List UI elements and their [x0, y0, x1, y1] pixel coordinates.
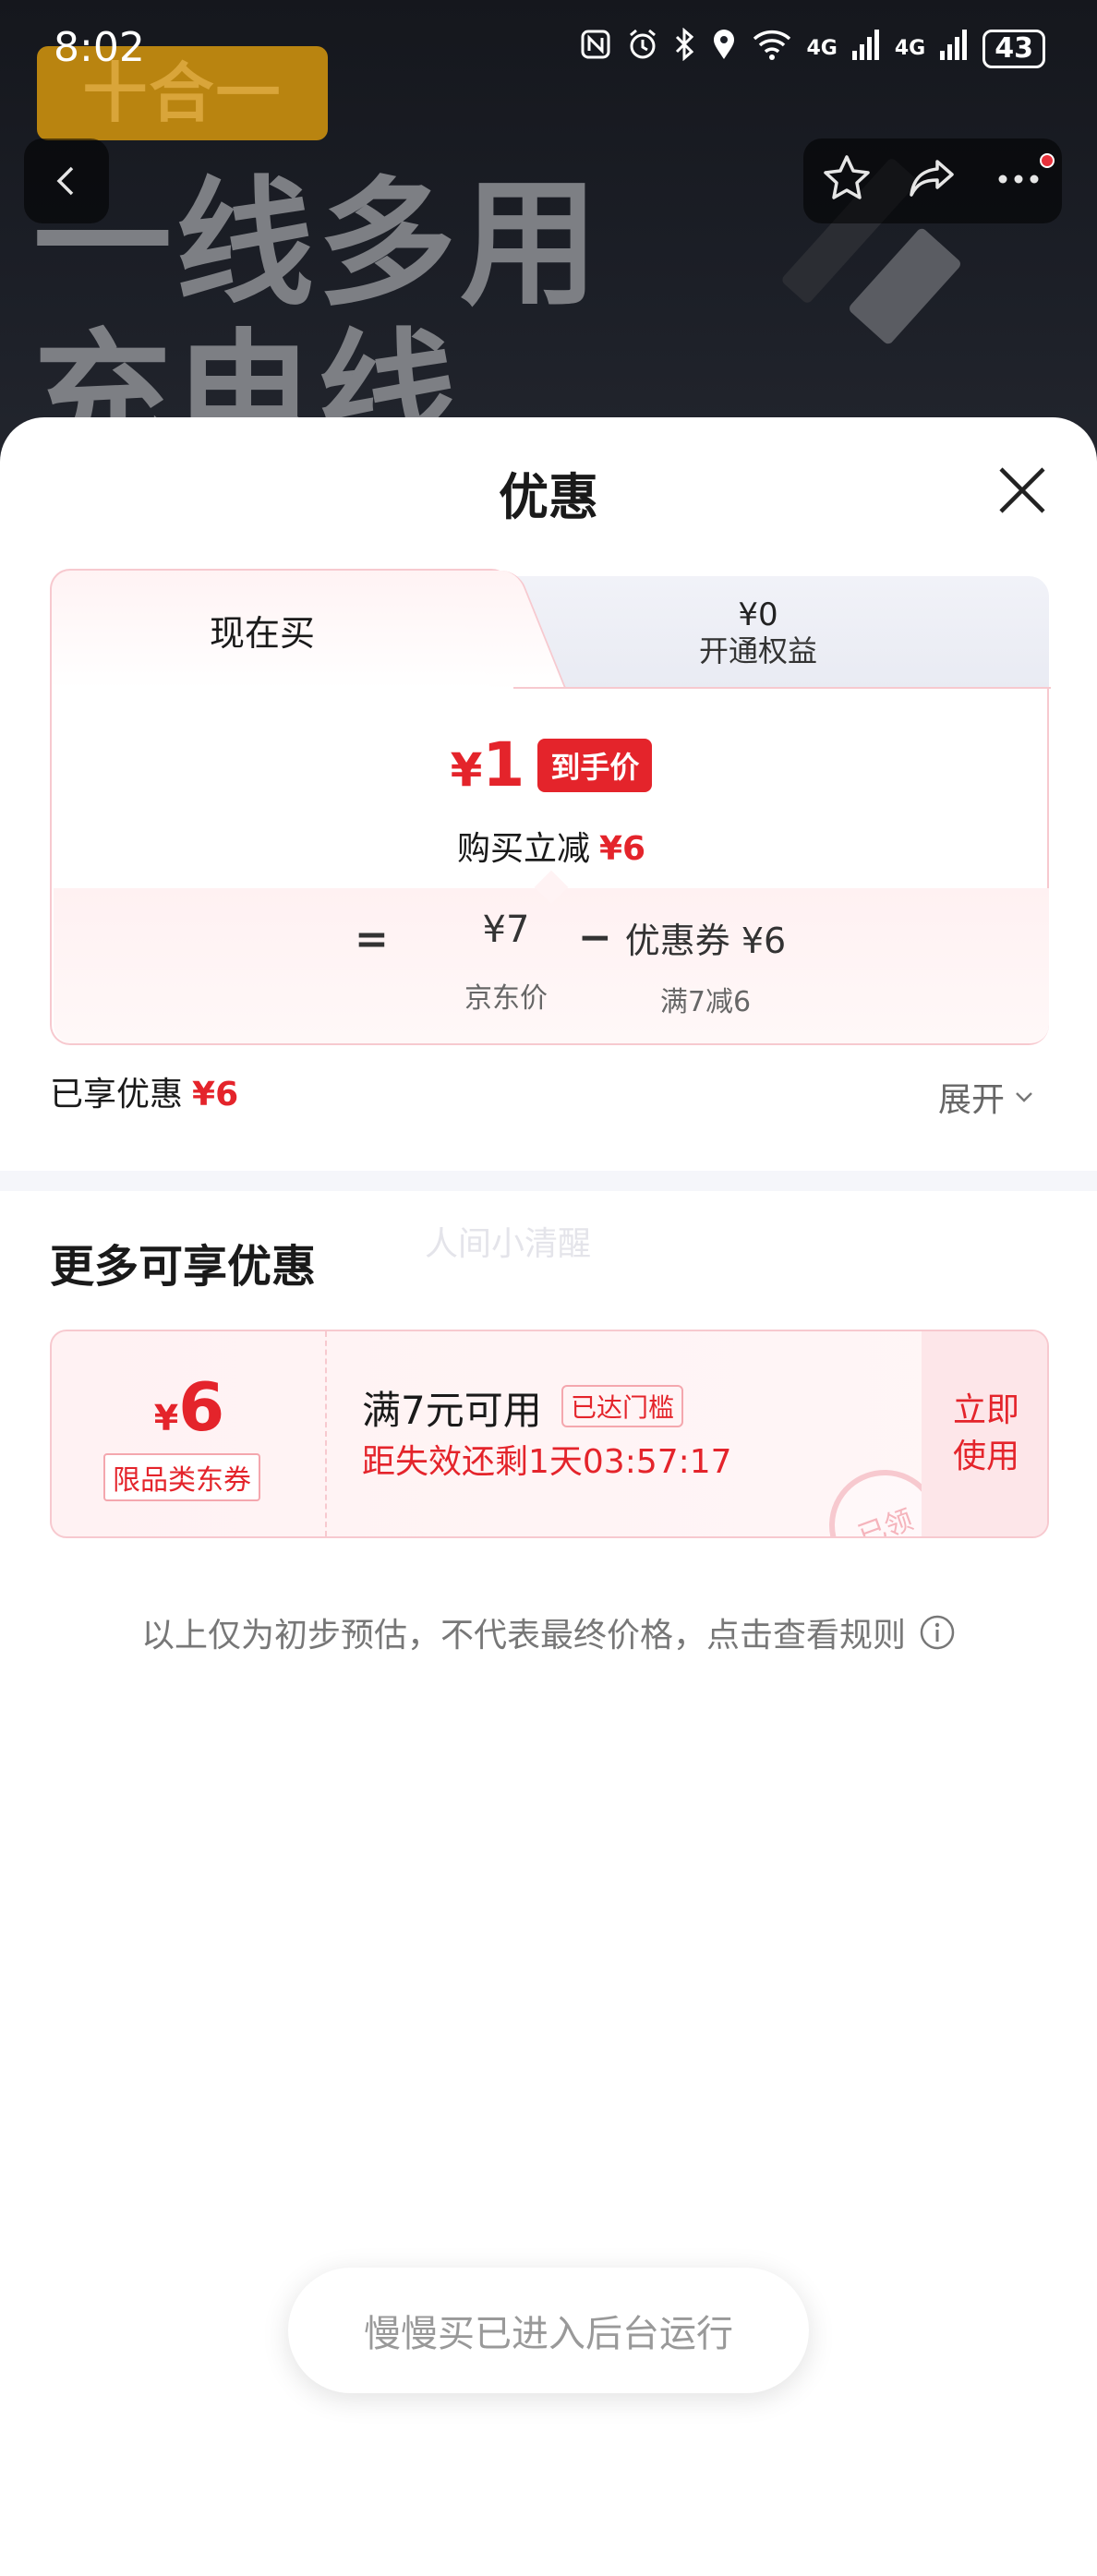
- coupon-currency: ¥: [153, 1398, 179, 1438]
- membership-price: ¥0: [738, 596, 778, 633]
- back-button[interactable]: [24, 138, 109, 223]
- final-price-currency: ¥: [450, 743, 483, 797]
- alarm-icon: [626, 28, 659, 69]
- estimate-disclaimer[interactable]: 以上仅为初步预估，不代表最终价格，点击查看规则: [0, 1608, 1097, 1656]
- tab-divider-line: [513, 687, 1051, 689]
- tab-buy-now[interactable]: 现在买: [50, 569, 512, 689]
- tab-buy-now-label: 现在买: [209, 612, 315, 654]
- coupon-condition: 满7元可用: [362, 1388, 542, 1433]
- expand-button[interactable]: 展开: [938, 1073, 1036, 1121]
- coupon-expire-countdown: 距失效还剩1天03:57:17: [362, 1443, 732, 1481]
- chevron-down-icon: [1016, 1092, 1032, 1102]
- status-bar: 8:02 4G 4G 43: [0, 0, 1097, 106]
- price-card: ¥0 开通权益 现在买 ¥1 到手价 购买立减 ¥6 = ¥7 京东价 − 优惠…: [50, 569, 1051, 1463]
- enjoyed-discount-amount: ¥6: [192, 1076, 239, 1113]
- coupon-amount: 6: [178, 1368, 225, 1446]
- final-price-amount: 1: [482, 729, 525, 800]
- coupon-value-section: ¥6 限品类东券: [52, 1331, 327, 1536]
- instant-reduce-amount: ¥6: [598, 830, 646, 868]
- instant-reduce-row: 购买立减 ¥6: [52, 822, 1051, 870]
- wifi-icon: [752, 28, 792, 69]
- more-button[interactable]: [992, 152, 1045, 210]
- final-price: ¥1: [451, 729, 525, 800]
- share-icon: [910, 160, 954, 197]
- back-icon: [56, 166, 74, 196]
- equals-sign: =: [355, 916, 389, 963]
- use-now-button[interactable]: 立即使用: [922, 1331, 1047, 1536]
- coupon-type-label: 限品类东券: [103, 1453, 260, 1501]
- coupon-value: ¥6: [52, 1368, 327, 1446]
- more-discounts-title: 更多可享优惠: [50, 1241, 317, 1293]
- enjoyed-discount: 已享优惠 ¥6: [50, 1067, 238, 1115]
- instant-reduce-label: 购买立减: [456, 830, 590, 868]
- sheet-title: 优惠: [499, 468, 598, 526]
- usb-plug-image: [847, 226, 963, 346]
- background-running-toast: 慢慢买已进入后台运行: [288, 2268, 809, 2393]
- network-label-2: 4G: [894, 36, 926, 60]
- expand-label: 展开: [938, 1081, 1006, 1119]
- location-icon: [711, 28, 737, 69]
- section-divider: [0, 1171, 1097, 1191]
- use-now-label: 立即使用: [952, 1391, 1019, 1475]
- nfc-icon: [580, 29, 611, 68]
- signal-icon: [851, 29, 880, 68]
- enjoyed-discount-label: 已享优惠: [50, 1076, 184, 1113]
- watermark-text: 人间小清醒: [425, 1225, 592, 1263]
- status-icons: 4G 4G 43: [580, 27, 1045, 69]
- membership-label: 开通权益: [698, 633, 817, 668]
- disclaimer-text: 以上仅为初步预估，不代表最终价格，点击查看规则: [140, 1617, 906, 1655]
- status-time: 8:02: [54, 24, 145, 71]
- jd-price-label: 京东价: [464, 982, 548, 1015]
- battery-indicator: 43: [982, 29, 1045, 68]
- price-breakdown: ¥1 到手价 购买立减 ¥6 = ¥7 京东价 − 优惠券 ¥6 满7减6: [50, 687, 1051, 1045]
- notification-dot: [1040, 153, 1055, 168]
- final-price-row: ¥1 到手价: [52, 729, 1051, 800]
- product-headline-1: 一线多用: [33, 164, 603, 325]
- info-icon: [920, 1615, 955, 1650]
- close-button[interactable]: [992, 460, 1053, 521]
- jd-price: ¥7: [482, 909, 530, 951]
- more-icon: [998, 175, 1039, 184]
- price-tabs: ¥0 开通权益 现在买: [50, 569, 1049, 689]
- share-button[interactable]: [906, 152, 959, 210]
- final-price-tag: 到手价: [537, 738, 653, 792]
- network-label-1: 4G: [806, 36, 838, 60]
- signal-icon-2: [940, 29, 968, 68]
- nav-actions: [803, 138, 1062, 223]
- threshold-reached-chip: 已达门槛: [561, 1385, 684, 1427]
- favorite-button[interactable]: [820, 152, 874, 210]
- coupon-deduction-rule: 满7减6: [659, 986, 752, 1018]
- coupon-deduction: 优惠券 ¥6: [624, 921, 787, 961]
- star-icon: [823, 155, 870, 199]
- screen: 十合一 一线多用 充电线 8:02 4G 4G 43 优惠 ¥0 开通权益 现在…: [0, 0, 1097, 2576]
- price-calculation: = ¥7 京东价 − 优惠券 ¥6 满7减6: [54, 888, 1049, 1043]
- coupon-card[interactable]: ¥6 限品类东券 满7元可用 已达门槛 距失效还剩1天03:57:17 已领 立…: [50, 1330, 1049, 1538]
- bluetooth-icon: [674, 27, 696, 69]
- close-icon: [999, 467, 1045, 513]
- discount-sheet: 优惠 ¥0 开通权益 现在买 ¥1 到手价 购买立减 ¥6 = ¥7 京东价 −…: [0, 417, 1097, 2576]
